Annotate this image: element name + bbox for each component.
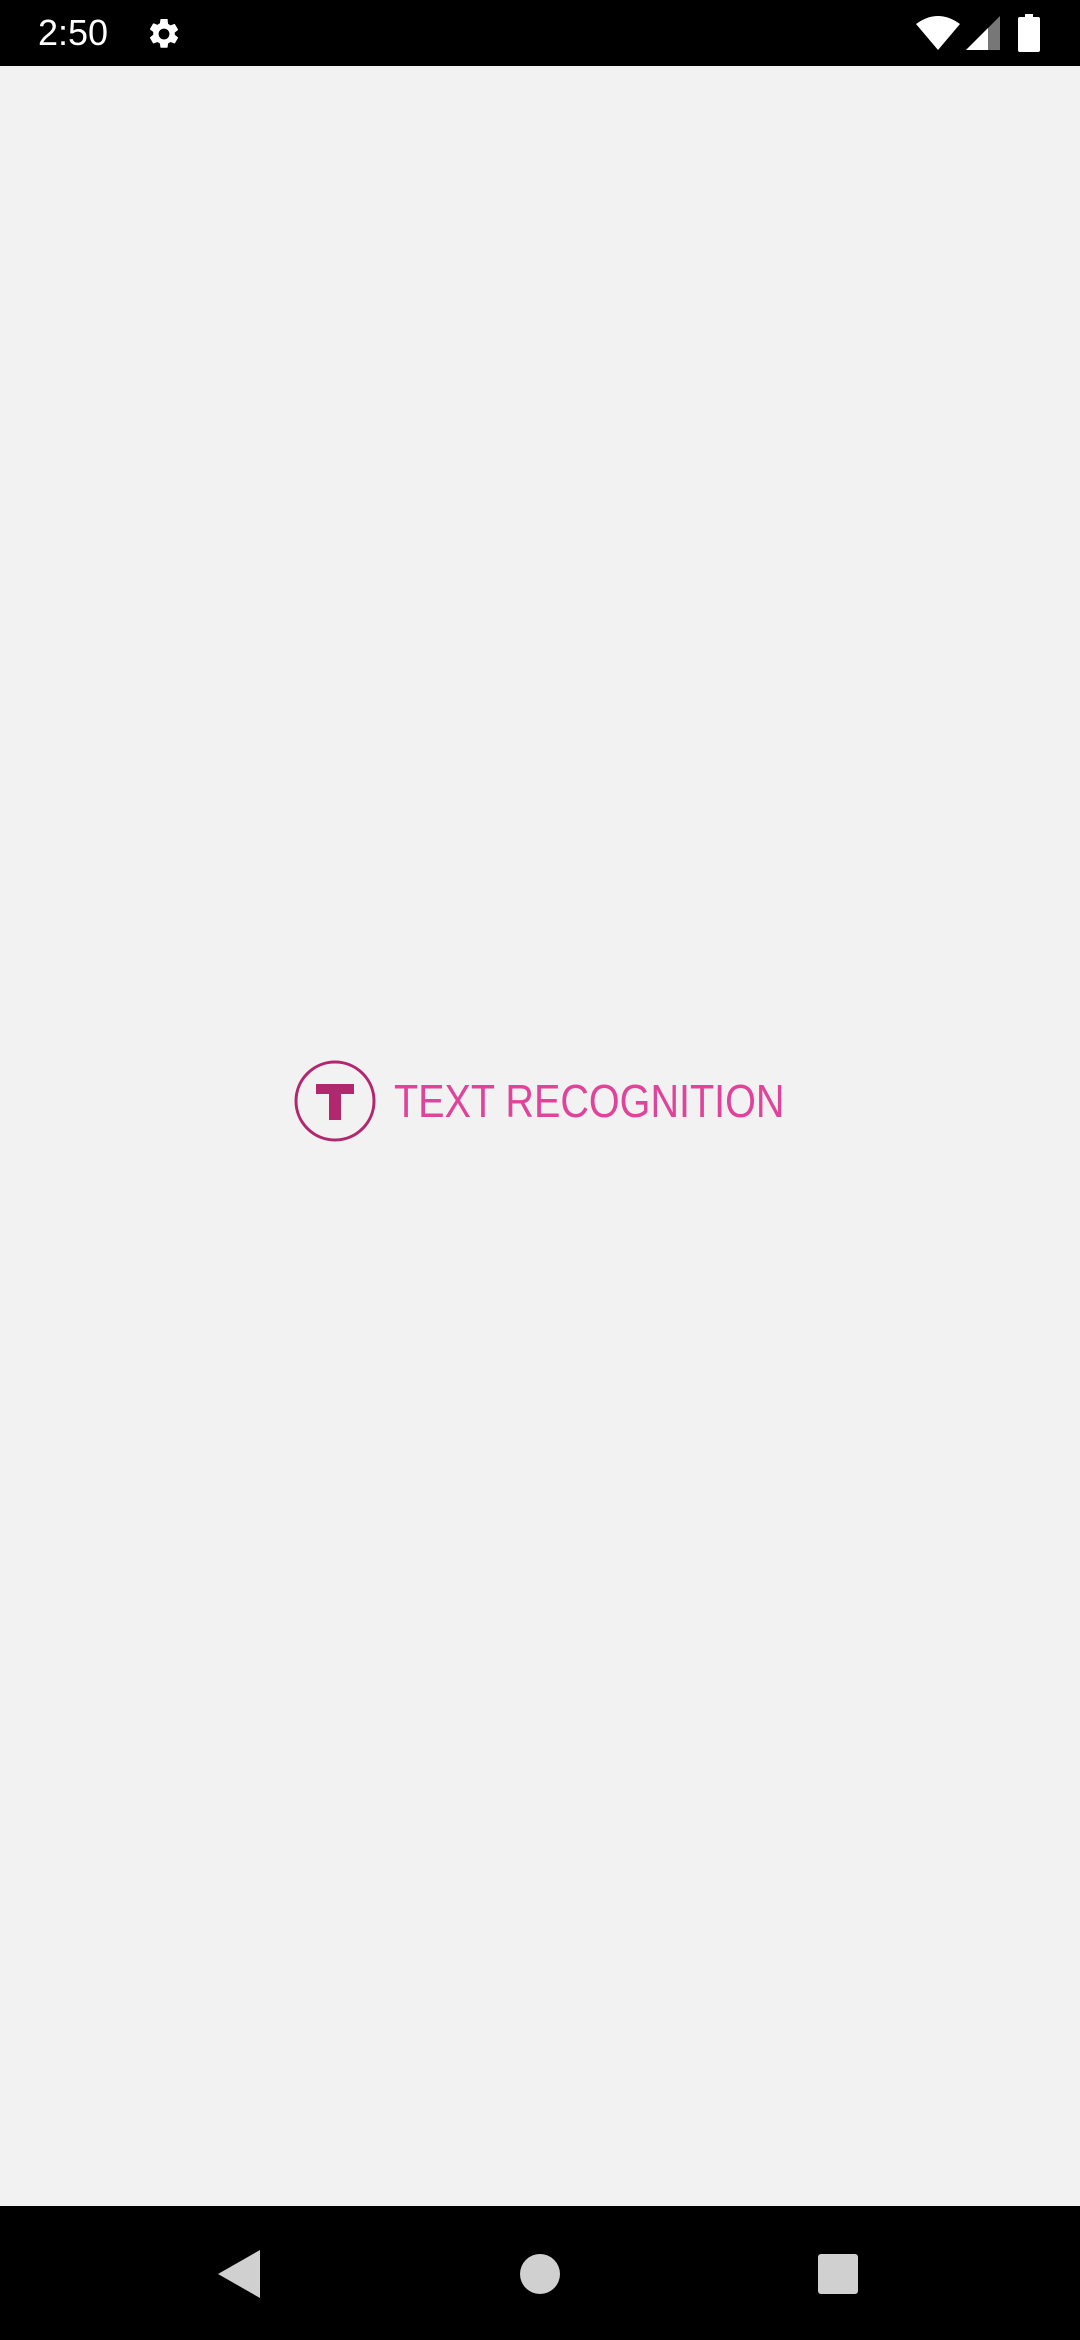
battery-icon [1018, 14, 1040, 52]
app-name-label: TEXT RECOGNITION [394, 1075, 785, 1127]
app-logo: TEXT RECOGNITION [294, 1060, 848, 1142]
text-recognition-logo-icon [294, 1060, 376, 1142]
home-icon[interactable] [520, 2254, 560, 2294]
status-time: 2:50 [38, 12, 109, 53]
status-bar: 2:50 [0, 0, 1080, 66]
back-icon[interactable] [218, 2250, 262, 2298]
wifi-icon [916, 16, 960, 50]
cellular-signal-icon [966, 16, 1000, 50]
settings-gear-icon [149, 18, 179, 48]
recents-icon[interactable] [818, 2254, 858, 2294]
